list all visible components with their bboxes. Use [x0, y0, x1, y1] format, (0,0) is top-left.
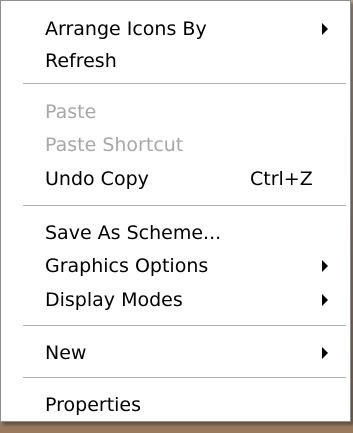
- menu-separator: [23, 377, 346, 379]
- menu-item-graphics-options[interactable]: Graphics Options: [4, 248, 347, 284]
- menu-item-arrange-icons-by[interactable]: Arrange Icons By: [4, 11, 347, 47]
- menu-item-label: Paste Shortcut: [45, 134, 184, 156]
- chevron-right-icon: [322, 23, 328, 35]
- menu-item-label: Refresh: [45, 50, 117, 72]
- menu-item-refresh[interactable]: Refresh: [4, 43, 347, 79]
- menu-item-paste-shortcut: Paste Shortcut: [4, 127, 347, 163]
- menu-item-label: Paste: [45, 101, 97, 123]
- menu-separator: [23, 83, 346, 85]
- context-menu: Arrange Icons By Refresh Paste Paste Sho…: [0, 0, 351, 422]
- menu-item-properties[interactable]: Properties: [4, 387, 347, 423]
- menu-item-new[interactable]: New: [4, 335, 347, 371]
- menu-item-label: Properties: [45, 394, 142, 416]
- chevron-right-icon: [322, 347, 328, 359]
- chevron-right-icon: [322, 294, 328, 306]
- chevron-right-icon: [322, 260, 328, 272]
- menu-item-label: Arrange Icons By: [45, 18, 207, 40]
- menu-item-paste: Paste: [4, 94, 347, 130]
- menu-item-label: Undo Copy: [45, 168, 149, 190]
- menu-item-label: New: [45, 342, 87, 364]
- menu-item-shortcut: Ctrl+Z: [250, 168, 313, 190]
- menu-item-label: Save As Scheme...: [45, 222, 222, 244]
- menu-item-undo-copy[interactable]: Undo Copy Ctrl+Z: [4, 161, 347, 197]
- menu-item-label: Graphics Options: [45, 255, 209, 277]
- menu-item-save-as-scheme[interactable]: Save As Scheme...: [4, 215, 347, 251]
- menu-item-display-modes[interactable]: Display Modes: [4, 282, 347, 318]
- menu-item-label: Display Modes: [45, 289, 183, 311]
- menu-separator: [23, 325, 346, 327]
- menu-separator: [23, 205, 346, 207]
